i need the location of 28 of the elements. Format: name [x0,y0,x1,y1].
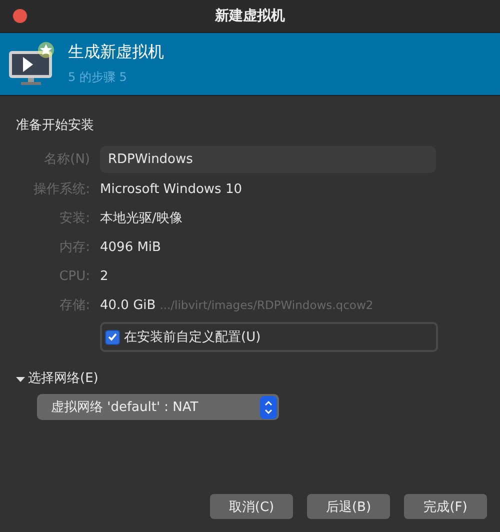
field-value: 2 [100,268,110,286]
storage-path: .../libvirt/images/RDPWindows.qcow2 [160,298,374,312]
dialog-button[interactable]: 取消(C) [210,494,293,519]
field-value: 本地光驱/映像 [100,210,184,228]
dialog-button[interactable]: 后退(B) [307,494,390,519]
network-label: 选择网络(E) [28,370,98,388]
close-button[interactable] [13,9,27,23]
header-title: 生成新虚拟机 [68,42,164,63]
header-subtitle: 5 的步骤 5 [68,69,128,86]
field-label: 操作系统: [34,181,90,199]
expander-icon[interactable] [16,376,25,382]
field-label: CPU: [59,268,90,286]
window-title: 新建虚拟机 [215,7,285,25]
network-select[interactable]: 虚拟网络 'default' : NAT [37,394,279,420]
spinner-icon [264,400,273,414]
dialog-button[interactable]: 完成(F) [404,494,487,519]
monitor-icon [8,41,54,87]
field-label: 内存: [60,239,90,257]
field-label: 名称(N) [44,151,90,169]
name-field[interactable]: RDPWindows [100,146,436,173]
field-value: Microsoft Windows 10 [100,181,243,199]
field-label: 安装: [60,210,90,228]
check-icon [108,333,117,341]
customize-checkbox[interactable]: 在安装前自定义配置(U) [100,322,438,352]
field-value: 40.0 GiB [100,297,156,315]
section-title: 准备开始安装 [16,117,95,134]
field-label: 存储: [60,297,90,315]
field-value: 4096 MiB [100,239,162,257]
